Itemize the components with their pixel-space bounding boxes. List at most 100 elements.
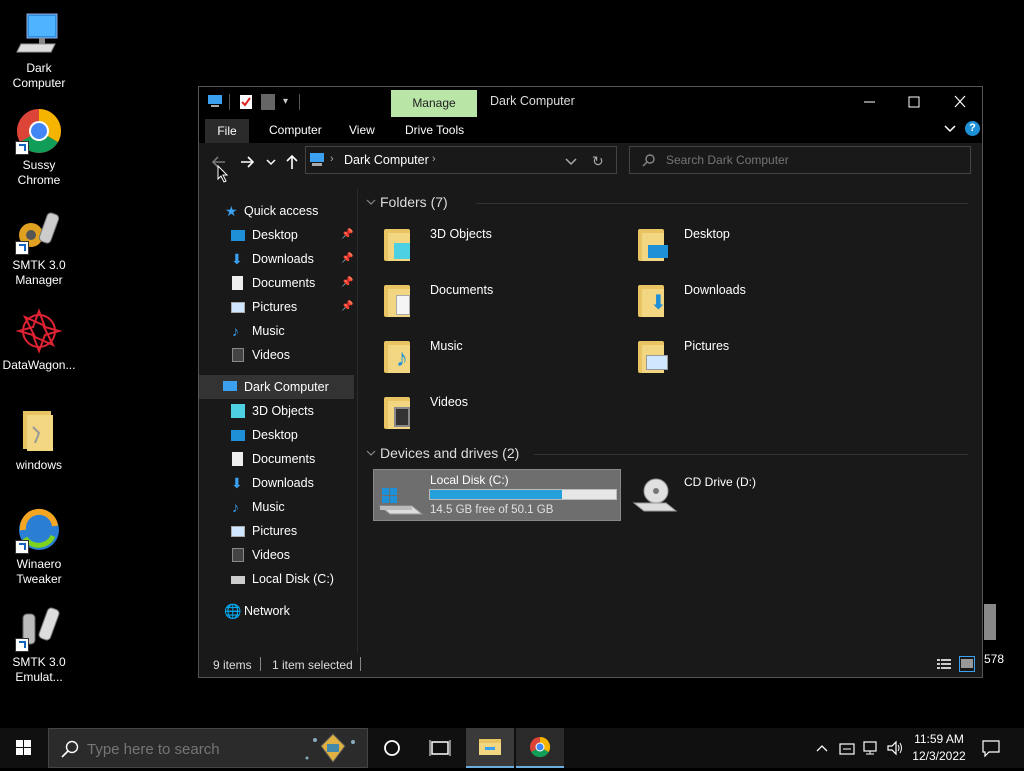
task-view-icon [429,740,451,756]
nav-videos[interactable]: Videos [199,543,357,567]
windows-logo-icon [16,740,31,755]
tray-security-icon[interactable] [838,739,856,757]
nav-network[interactable]: 🌐 Network [199,599,357,623]
nav-quick-access[interactable]: ★ Quick access [199,199,357,223]
collapse-chevron-icon[interactable] [366,446,376,460]
computer-icon [15,10,63,58]
nav-3d-objects[interactable]: 3D Objects [199,399,357,423]
drive-local-disk-c[interactable]: Local Disk (C:) 14.5 GB free of 50.1 GB [373,469,621,521]
folder-desktop-icon [636,227,670,261]
desktop-icon-winaero[interactable]: Winaero Tweaker [0,506,78,587]
properties-icon[interactable] [239,94,253,110]
maximize-button[interactable] [891,87,937,117]
breadcrumb-separator-icon: › [432,153,436,165]
new-folder-icon[interactable] [261,94,275,110]
nav-pictures[interactable]: Pictures [199,519,357,543]
desktop-icon-label: Dark Computer [12,61,66,90]
taskbar-file-explorer[interactable] [466,728,514,768]
details-view-icon [937,659,951,669]
folder-desktop[interactable]: Desktop [636,221,876,269]
quick-access-toolbar-dropdown-icon[interactable]: ▾ [283,94,293,110]
start-button[interactable] [0,728,48,768]
forward-button[interactable] [237,153,257,171]
clock-date: 12/3/2022 [912,749,966,763]
title-bar: ▾ Manage Dark Computer [199,87,982,117]
minimize-button[interactable] [847,87,893,117]
desktop-icon-datawagon[interactable]: DataWagon... [0,307,78,373]
nav-label: Downloads [252,252,314,266]
tab-manage[interactable]: Manage [391,90,477,117]
nav-downloads[interactable]: ⬇ Downloads [199,471,357,495]
folder-3d-objects[interactable]: 3D Objects [382,221,622,269]
drive-usage-fill [430,490,563,499]
recent-locations-button[interactable] [265,155,277,169]
cortana-button[interactable] [372,728,412,768]
large-icons-view-button[interactable] [959,656,975,672]
divider [229,94,230,110]
devices-group-header[interactable]: Devices and drives (2) [380,445,519,461]
up-button[interactable] [283,153,301,171]
desktop-icon-smtk-manager[interactable]: SMTK 3.0 Manager [0,207,78,288]
folder-music[interactable]: ♪ Music [382,333,622,381]
show-hidden-icons-button[interactable] [814,740,830,756]
nav-dark-computer[interactable]: Dark Computer [199,375,354,399]
task-view-button[interactable] [420,728,460,768]
help-icon[interactable]: ? [965,121,980,136]
taskbar-chrome[interactable] [516,728,564,768]
scrollbar[interactable] [976,189,982,653]
desktop-icon-windows-folder[interactable]: windows [0,407,78,473]
nav-music[interactable]: ♪ Music [199,495,357,519]
nav-quick-music[interactable]: ♪ Music [199,319,357,343]
folders-group-header[interactable]: Folders (7) [380,194,448,210]
expand-ribbon-chevron-icon[interactable] [943,121,957,137]
nav-documents[interactable]: Documents [199,447,357,471]
nav-quick-videos[interactable]: Videos [199,343,357,367]
nav-quick-documents[interactable]: Documents 📌 [199,271,357,295]
breadcrumb-dark-computer[interactable]: Dark Computer [344,153,429,167]
tray-network-icon[interactable] [862,739,880,757]
refresh-icon[interactable]: ↻ [592,153,608,169]
nav-quick-downloads[interactable]: ⬇ Downloads 📌 [199,247,357,271]
folder-downloads-icon: ⬇ [636,283,670,317]
nav-local-disk[interactable]: Local Disk (C:) [199,567,357,591]
tab-view[interactable]: View [349,117,375,143]
tab-drive-tools[interactable]: Drive Tools [405,117,464,143]
close-button[interactable] [937,87,983,117]
nav-quick-pictures[interactable]: Pictures 📌 [199,295,357,319]
desktop-icon-smtk-emulator[interactable]: SMTK 3.0 Emulat... [0,604,78,685]
maximize-icon [908,96,920,108]
tab-computer[interactable]: Computer [269,117,322,143]
taskbar-search-box[interactable] [48,728,368,768]
nav-desktop[interactable]: Desktop [199,423,357,447]
tray-volume-icon[interactable] [886,739,904,757]
folder-3d-objects-icon [382,227,416,261]
drive-name: CD Drive (D:) [684,475,756,489]
search-box[interactable] [629,146,971,174]
action-center-button[interactable] [980,738,1002,758]
desktop-icon-label: SMTK 3.0 Manager [12,258,66,287]
drive-cd-d[interactable]: CD Drive (D:) [628,469,876,521]
folder-videos[interactable]: Videos [382,389,622,437]
search-input[interactable] [666,151,956,169]
cube-icon [231,404,245,418]
collapse-chevron-icon[interactable] [366,195,376,209]
taskbar-search-input[interactable] [87,740,287,758]
nav-quick-desktop[interactable]: Desktop 📌 [199,223,357,247]
folder-pictures[interactable]: Pictures [636,333,876,381]
tab-file[interactable]: File [205,119,249,143]
desktop-icon-dark-computer[interactable]: Dark Computer [0,10,78,91]
clock[interactable]: 11:59 AM 12/3/2022 [906,731,972,765]
address-dropdown-button[interactable] [564,154,578,168]
nav-label: Music [252,324,285,338]
minimize-icon [864,101,875,103]
address-bar[interactable]: › Dark Computer › ↻ [305,146,617,174]
folder-documents[interactable]: Documents [382,277,622,325]
desktop-icon-label: Winaero Tweaker [16,557,62,586]
folder-videos-icon [382,395,416,429]
computer-icon [207,95,223,107]
details-view-button[interactable] [937,658,951,670]
desktop-icon-sussy-chrome[interactable]: Sussy Chrome [0,107,78,188]
folder-downloads[interactable]: ⬇ Downloads [636,277,876,325]
content-pane: Folders (7) 3D Objects Desktop Documents… [358,189,976,653]
chrome-icon [15,107,63,155]
